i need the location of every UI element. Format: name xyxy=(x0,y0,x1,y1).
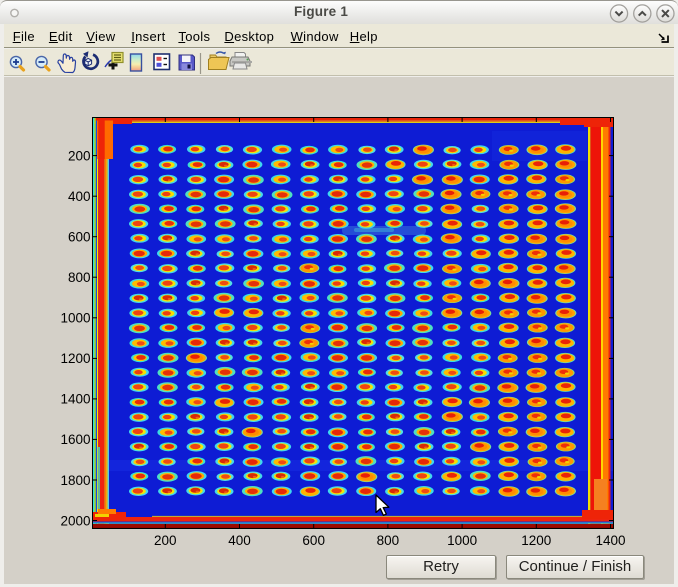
svg-text:800: 800 xyxy=(68,270,91,285)
svg-text:1000: 1000 xyxy=(447,533,477,548)
svg-text:1000: 1000 xyxy=(60,311,90,326)
svg-text:600: 600 xyxy=(68,230,91,245)
svg-text:1600: 1600 xyxy=(60,432,90,447)
svg-text:200: 200 xyxy=(68,148,91,163)
svg-text:800: 800 xyxy=(377,533,400,548)
svg-text:400: 400 xyxy=(228,533,251,548)
svg-text:400: 400 xyxy=(68,189,91,204)
svg-text:200: 200 xyxy=(154,533,177,548)
svg-text:1400: 1400 xyxy=(60,392,90,407)
svg-text:1800: 1800 xyxy=(60,473,90,488)
svg-text:1400: 1400 xyxy=(595,533,625,548)
svg-text:1200: 1200 xyxy=(60,351,90,366)
svg-text:1200: 1200 xyxy=(521,533,551,548)
svg-text:2000: 2000 xyxy=(60,513,90,528)
svg-text:600: 600 xyxy=(302,533,325,548)
